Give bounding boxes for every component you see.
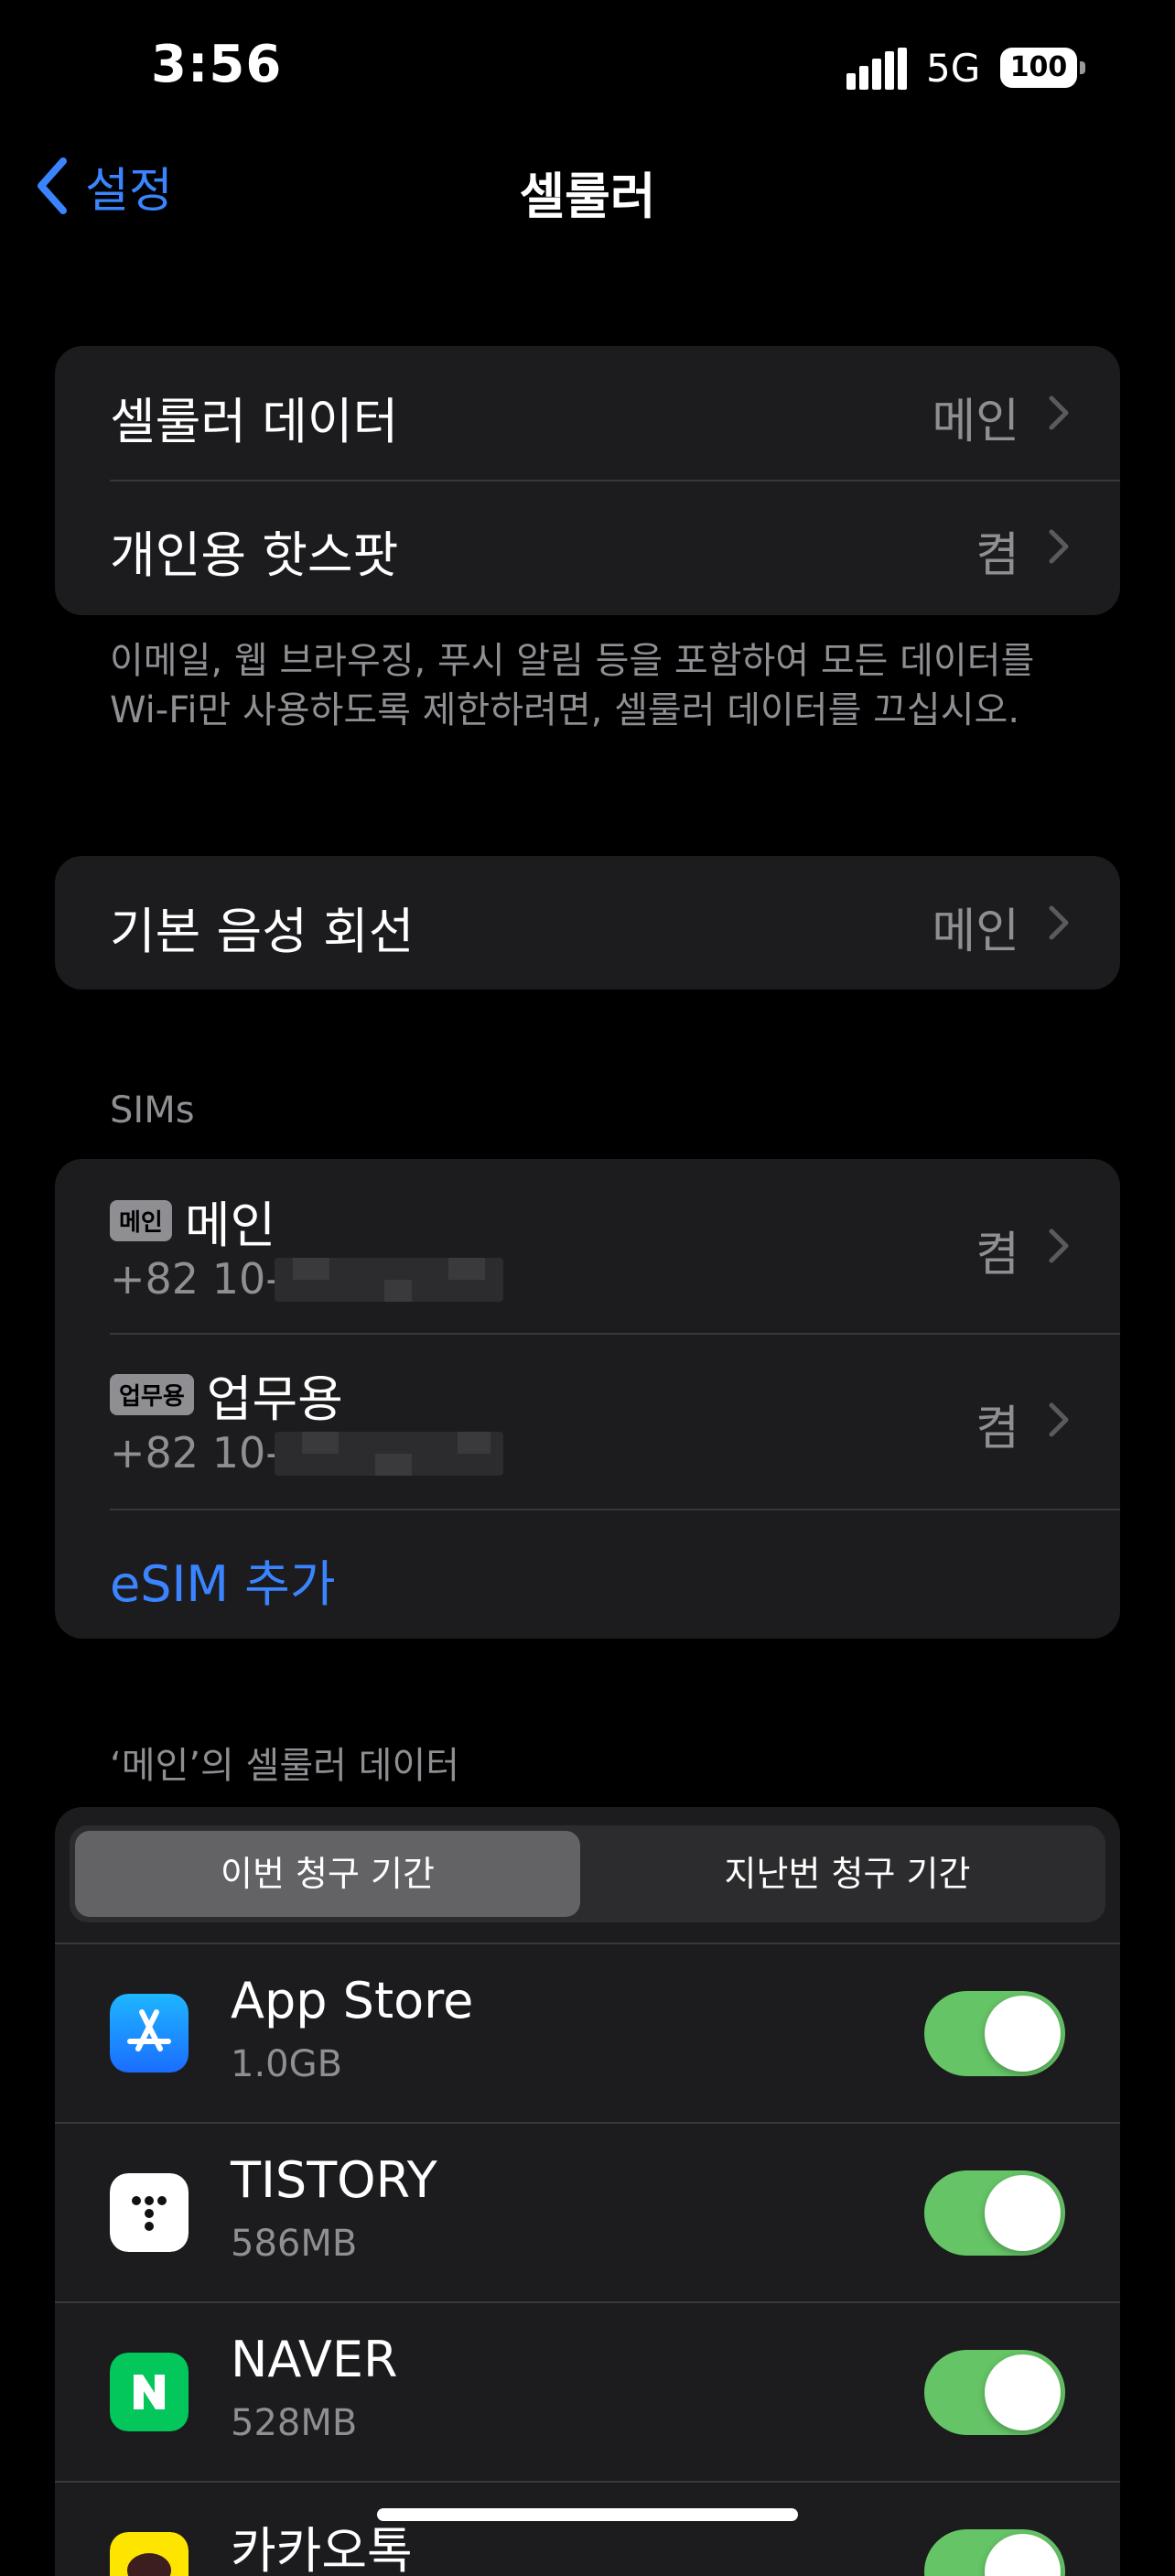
tistory-icon xyxy=(110,2173,189,2252)
cellular-data-footer: 이메일, 웹 브라우징, 푸시 알림 등을 포함하여 모든 데이터를 Wi-Fi… xyxy=(110,640,1035,731)
battery-icon: 100 xyxy=(1000,48,1086,88)
toggle-knob xyxy=(985,2175,1061,2251)
chevron-right-icon xyxy=(1049,905,1069,940)
sim-status: 켬 xyxy=(976,1402,1019,1456)
sim-row-main[interactable]: 메인 메인 +82 10- 켬 xyxy=(55,1159,1120,1333)
app-data-usage: 528MB xyxy=(231,2402,358,2444)
chevron-right-icon xyxy=(1049,1402,1069,1437)
cellular-data-group: 이번 청구 기간 지난번 청구 기간 App Store 1.0GB TISTO… xyxy=(55,1807,1120,2576)
personal-hotspot-label: 개인용 핫스팟 xyxy=(110,526,399,584)
status-bar: 3:56 5G 100 xyxy=(0,0,1175,137)
sims-group: 메인 메인 +82 10- 켬 업무용 업무용 +82 10- 켬 eSIM 추가 xyxy=(55,1159,1120,1639)
app-cellular-toggle[interactable] xyxy=(924,1991,1065,2076)
default-voice-line-value: 메인 xyxy=(932,904,1019,959)
navigation-bar: 설정 셀룰러 xyxy=(0,137,1175,238)
chevron-right-icon xyxy=(1049,529,1069,564)
redacted-number xyxy=(275,1432,503,1476)
sim-number: +82 10- xyxy=(110,1254,281,1304)
app-cellular-toggle[interactable] xyxy=(924,2529,1065,2576)
sim-name: 업무용 xyxy=(206,1370,343,1428)
add-esim-link[interactable]: eSIM 추가 xyxy=(110,1543,336,1616)
network-type: 5G xyxy=(926,46,981,91)
segment-last-period[interactable]: 지난번 청구 기간 xyxy=(595,1831,1100,1917)
app-data-usage: 1.0GB xyxy=(231,2043,343,2085)
app-row-app-store: App Store 1.0GB xyxy=(55,1944,1120,2122)
home-indicator xyxy=(377,2508,798,2521)
sim-title: 메인 메인 xyxy=(110,1185,275,1257)
status-time: 3:56 xyxy=(151,35,283,94)
sim-number: +82 10- xyxy=(110,1428,281,1477)
sim-title: 업무용 업무용 xyxy=(110,1358,343,1431)
sim-status: 켬 xyxy=(976,1228,1019,1283)
cellular-data-label: 셀룰러 데이터 xyxy=(110,393,399,450)
cellular-data-row[interactable]: 셀룰러 데이터 메인 xyxy=(55,346,1120,480)
app-cellular-toggle[interactable] xyxy=(924,2170,1065,2256)
app-store-icon xyxy=(110,1994,189,2073)
personal-hotspot-value: 켬 xyxy=(976,528,1019,583)
app-data-usage: 586MB xyxy=(231,2223,358,2265)
sim-row-work[interactable]: 업무용 업무용 +82 10- 켬 xyxy=(55,1335,1120,1509)
app-row-naver: NAVER 528MB xyxy=(55,2303,1120,2481)
cellular-settings-group: 셀룰러 데이터 메인 개인용 핫스팟 켬 xyxy=(55,346,1120,615)
personal-hotspot-row[interactable]: 개인용 핫스팟 켬 xyxy=(55,482,1120,615)
battery-level: 100 xyxy=(1000,48,1077,88)
app-row-kakaotalk: 카카오톡 xyxy=(55,2483,1120,2576)
default-voice-line-row[interactable]: 기본 음성 회선 메인 xyxy=(55,856,1120,990)
signal-strength-icon xyxy=(846,48,907,90)
default-voice-line-label: 기본 음성 회선 xyxy=(110,903,415,960)
page-title: 셀룰러 xyxy=(519,168,656,225)
battery-tip xyxy=(1080,61,1085,74)
app-name: App Store xyxy=(231,1972,474,2029)
chevron-right-icon xyxy=(1049,1228,1069,1263)
redacted-number xyxy=(275,1258,503,1302)
chevron-right-icon xyxy=(1049,395,1069,430)
billing-period-segmented-control: 이번 청구 기간 지난번 청구 기간 xyxy=(70,1825,1105,1922)
toggle-knob xyxy=(985,2354,1061,2430)
kakaotalk-icon xyxy=(110,2532,189,2576)
app-cellular-toggle[interactable] xyxy=(924,2350,1065,2435)
app-name: TISTORY xyxy=(231,2151,437,2209)
cellular-data-value: 메인 xyxy=(932,395,1019,449)
app-name: NAVER xyxy=(231,2331,398,2388)
segment-current-period[interactable]: 이번 청구 기간 xyxy=(75,1831,580,1917)
sim-badge: 업무용 xyxy=(110,1374,194,1415)
naver-icon xyxy=(110,2353,189,2431)
sim-name: 메인 xyxy=(184,1196,276,1254)
app-row-tistory: TISTORY 586MB xyxy=(55,2124,1120,2301)
sim-badge: 메인 xyxy=(110,1200,172,1241)
add-esim-row[interactable]: eSIM 추가 xyxy=(55,1510,1120,1639)
default-voice-line-group: 기본 음성 회선 메인 xyxy=(55,856,1120,990)
toggle-knob xyxy=(985,2534,1061,2576)
toggle-knob xyxy=(985,1996,1061,2072)
sims-header: SIMs xyxy=(110,1089,195,1131)
cellular-data-header: ‘메인’의 셀룰러 데이터 xyxy=(110,1745,460,1787)
